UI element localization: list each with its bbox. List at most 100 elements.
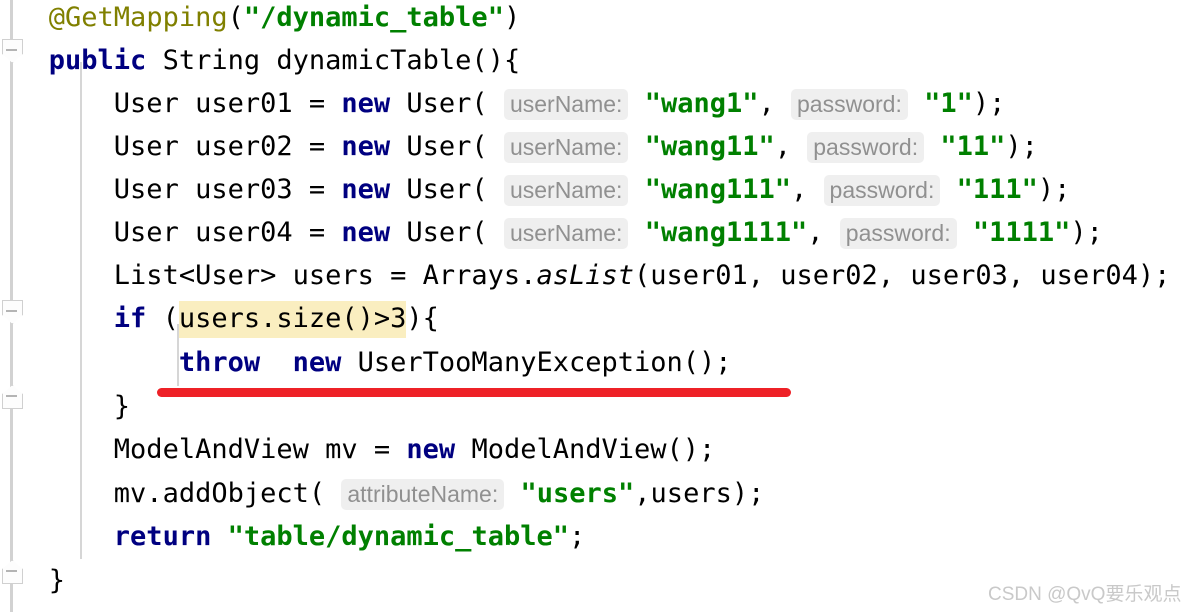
code-editor-screenshot: @GetMapping("/dynamic_table") public Str… [0, 0, 1181, 612]
code-token-plain: ( [146, 303, 179, 334]
code-token-plain: User user03 = [113, 174, 342, 205]
code-token-plain: ){ [406, 303, 439, 334]
code-token-kw: return [113, 521, 212, 552]
parameter-hint: attributeName: [341, 479, 505, 510]
code-token-str: "users" [520, 478, 635, 509]
code-token-str: "11" [940, 131, 1006, 162]
code-token-plain: User( [390, 217, 504, 248]
code-token-stat: asList [536, 260, 634, 291]
code-token-plain: ); [972, 88, 1006, 119]
code-token-plain: , [791, 174, 824, 205]
code-token-plain: , [774, 131, 808, 162]
code-token-plain: User( [390, 131, 504, 162]
code-token-plain: ( [227, 2, 244, 33]
code-token-plain: String dynamicTable(){ [146, 45, 521, 76]
code-token-str: "wang1" [644, 88, 759, 119]
red-underline-annotation [157, 388, 791, 397]
line-user03[interactable]: User user03 = new User( userName: "wang1… [0, 168, 1181, 212]
line-user01[interactable]: User user01 = new User( userName: "wang1… [0, 82, 1181, 126]
code-token-plain: , [758, 88, 792, 119]
code-token-plain: ); [1005, 131, 1038, 162]
code-token-str: "table/dynamic_table" [227, 521, 569, 552]
code-token-kw: new [341, 174, 391, 205]
line-throw[interactable]: throw new UserTooManyException(); [0, 341, 1181, 385]
code-token-plain: ; [568, 521, 586, 552]
code-token-plain: ModelAndView(); [455, 434, 716, 465]
code-token-plain: } [48, 565, 66, 596]
code-token-plain: User user01 = [113, 88, 342, 119]
code-token-plain: User user02 = [113, 131, 342, 162]
parameter-hint: password: [807, 132, 925, 163]
line-user04[interactable]: User user04 = new User( userName: "wang1… [0, 211, 1181, 255]
code-token-plain: User user04 = [113, 217, 342, 248]
parameter-hint: password: [823, 175, 941, 206]
code-token-plain: (user01, user02, user03, user04); [633, 260, 1171, 291]
parameter-hint: userName: [503, 175, 629, 206]
line-getmapping[interactable]: @GetMapping("/dynamic_table") [0, 0, 1181, 40]
code-token-kw: public [48, 45, 147, 76]
parameter-hint: password: [791, 89, 908, 120]
csdn-watermark: CSDN @QvQ要乐观点 [988, 584, 1181, 605]
code-token-plain: ); [1070, 217, 1103, 248]
line-modelandview[interactable]: ModelAndView mv = new ModelAndView(); [0, 428, 1181, 472]
code-token-str: "111" [956, 174, 1038, 205]
code-token-plain: , [807, 217, 840, 248]
code-token-str: "wang111" [644, 174, 792, 205]
line-return[interactable]: return "table/dynamic_table"; [0, 515, 1181, 559]
code-token-plain: ) [503, 2, 521, 33]
code-token-plain: ,users); [634, 478, 765, 509]
code-token-str: "/dynamic_table" [243, 2, 504, 33]
code-token-kw: throw [178, 347, 261, 378]
line-if-condition[interactable]: if (users.size()>3){ [0, 297, 1181, 341]
code-token-plain: ModelAndView mv = [113, 434, 407, 465]
parameter-hint: password: [839, 218, 957, 249]
code-token-kw: new [341, 88, 391, 119]
code-token-plain: List<User> users = Arrays. [113, 260, 537, 291]
highlighted-condition: users.size()>3 [178, 301, 407, 338]
code-token-str: "1111" [972, 217, 1071, 248]
code-token-str: "wang11" [644, 131, 775, 162]
code-token-kw: if [113, 303, 147, 334]
line-users-aslist[interactable]: List<User> users = Arrays.asList(user01,… [0, 254, 1181, 298]
code-token-plain: User( [390, 174, 504, 205]
line-user02[interactable]: User user02 = new User( userName: "wang1… [0, 125, 1181, 169]
code-token-plain: } [113, 391, 131, 422]
code-token-plain: User( [390, 88, 504, 119]
code-token-kw: new [292, 347, 342, 378]
code-token-plain: ); [1037, 174, 1071, 205]
line-addobject[interactable]: mv.addObject( attributeName: "users",use… [0, 472, 1181, 516]
line-method-signature[interactable]: public String dynamicTable(){ [0, 39, 1181, 83]
code-token-anno: @GetMapping [48, 2, 228, 33]
code-token-kw: new [341, 217, 391, 248]
code-token-kw: new [406, 434, 456, 465]
parameter-hint: userName: [503, 89, 629, 120]
code-token-plain: UserTooManyException(); [341, 347, 732, 378]
code-token-str: "1" [924, 88, 973, 119]
code-token-plain: mv.addObject( [113, 478, 342, 509]
